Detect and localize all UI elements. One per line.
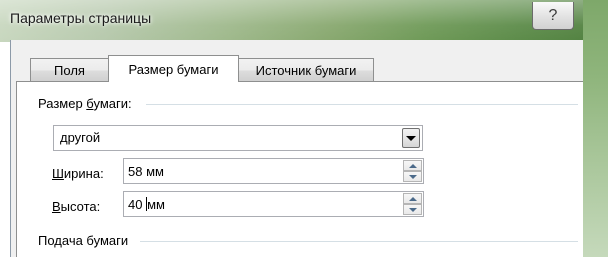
paper-feed-group-label: Подача бумаги (38, 233, 129, 248)
group-divider (146, 104, 578, 105)
height-input[interactable]: 40 мм (123, 191, 424, 217)
paper-size-value: другой (60, 130, 101, 145)
tab-paper-size[interactable]: Размер бумаги (108, 55, 239, 82)
triangle-up-icon (408, 163, 417, 168)
tab-label: Поля (54, 63, 85, 78)
question-mark-icon: ? (548, 6, 558, 24)
paper-size-select[interactable]: другой (53, 125, 423, 151)
window-frame-edge (583, 0, 608, 257)
window-title: Параметры страницы (10, 10, 152, 26)
spin-down-button[interactable] (403, 171, 422, 182)
chevron-down-icon[interactable] (402, 128, 420, 148)
tab-paper-source[interactable]: Источник бумаги (238, 58, 374, 82)
spin-down-button[interactable] (403, 204, 422, 215)
width-label: Ширина: (52, 166, 104, 181)
triangle-down-icon (408, 207, 417, 212)
triangle-up-icon (408, 196, 417, 201)
spin-up-button[interactable] (403, 160, 422, 171)
tab-label: Источник бумаги (255, 63, 357, 78)
height-value: 40 мм (128, 197, 165, 212)
group-divider (140, 241, 578, 242)
width-spinner (403, 160, 422, 182)
height-label: Высота: (52, 199, 101, 214)
width-input[interactable]: 58 мм (123, 158, 424, 184)
height-spinner (403, 193, 422, 215)
spin-up-button[interactable] (403, 193, 422, 204)
triangle-down-icon (408, 174, 417, 179)
tab-margins[interactable]: Поля (30, 58, 109, 82)
paper-size-group-label: Размер бумаги: (38, 96, 132, 111)
tab-label: Размер бумаги (128, 61, 219, 77)
help-button[interactable]: ? (532, 2, 574, 30)
width-value: 58 мм (128, 164, 164, 179)
